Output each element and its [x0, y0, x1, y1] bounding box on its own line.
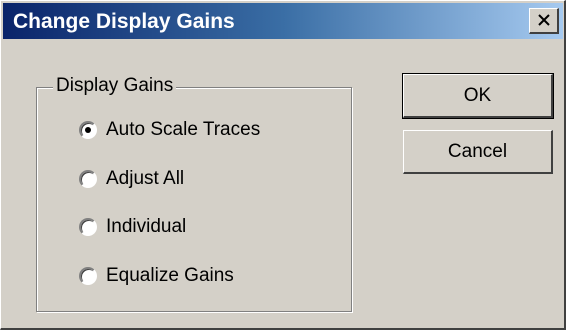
radio-button[interactable]	[79, 170, 97, 188]
radio-button[interactable]	[79, 267, 97, 285]
close-button[interactable]	[529, 8, 559, 34]
radio-dot	[85, 127, 91, 133]
radio-button[interactable]	[79, 218, 97, 236]
radio-label-auto-scale-traces: Auto Scale Traces	[106, 119, 261, 140]
radio-adjust-all[interactable]: Adjust All	[79, 166, 184, 192]
ok-button[interactable]: OK	[402, 73, 554, 119]
radio-individual[interactable]: Individual	[79, 214, 186, 240]
cancel-button[interactable]: Cancel	[403, 130, 553, 174]
radio-label-individual: Individual	[106, 216, 187, 237]
title-bar[interactable]: Change Display Gains	[3, 3, 563, 39]
radio-label-adjust-all: Adjust All	[106, 168, 185, 189]
close-icon	[538, 14, 550, 26]
display-gains-group-label: Display Gains	[53, 75, 177, 97]
radio-button-selected[interactable]	[79, 121, 97, 139]
change-display-gains-dialog: Change Display Gains Display Gains Auto …	[0, 0, 566, 330]
radio-auto-scale-traces[interactable]: Auto Scale Traces	[79, 117, 260, 143]
radio-equalize-gains[interactable]: Equalize Gains	[79, 263, 234, 289]
radio-label-equalize-gains: Equalize Gains	[106, 265, 234, 286]
window-title: Change Display Gains	[13, 10, 235, 33]
